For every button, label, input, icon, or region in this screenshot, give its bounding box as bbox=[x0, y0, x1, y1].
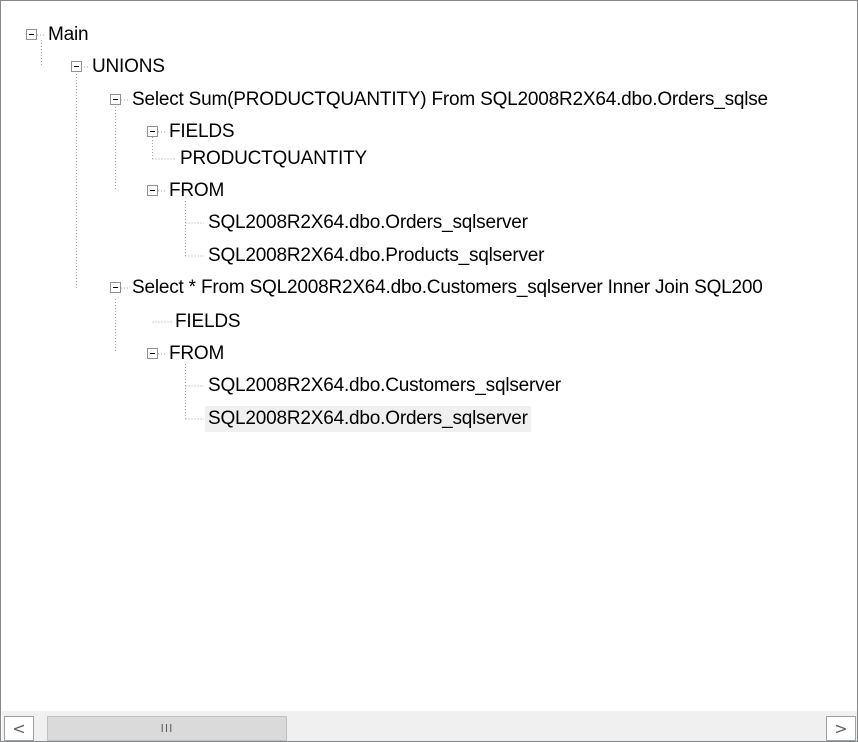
collapse-unions-icon[interactable] bbox=[71, 61, 82, 72]
node-label: Select * From SQL2008R2X64.dbo.Customers… bbox=[132, 277, 763, 298]
node-label: SQL2008R2X64.dbo.Customers_sqlserver bbox=[208, 375, 561, 396]
collapse-main-icon[interactable] bbox=[26, 29, 37, 40]
scroll-left-button[interactable]: < bbox=[4, 716, 34, 741]
tree-node-products-table[interactable]: SQL2008R2X64.dbo.Products_sqlserver bbox=[205, 240, 547, 272]
scroll-right-button[interactable]: > bbox=[826, 716, 856, 741]
tree-node-unions[interactable]: UNIONS bbox=[89, 51, 168, 83]
scrollbar-thumb[interactable]: III bbox=[47, 716, 287, 741]
query-tree-view[interactable]: Main UNIONS Select Sum(PRODUCTQUANTITY) … bbox=[0, 0, 858, 742]
tree-node-productquantity[interactable]: PRODUCTQUANTITY bbox=[177, 143, 370, 175]
tree-node-from[interactable]: FROM bbox=[166, 175, 227, 207]
node-label: PRODUCTQUANTITY bbox=[180, 148, 368, 169]
node-label: UNIONS bbox=[92, 56, 165, 77]
horizontal-scrollbar[interactable]: < III > bbox=[2, 711, 857, 741]
node-label: FROM bbox=[169, 343, 225, 364]
collapse-select1-icon[interactable] bbox=[110, 94, 121, 105]
grip-icon: III bbox=[160, 722, 174, 735]
node-label: SQL2008R2X64.dbo.Products_sqlserver bbox=[208, 245, 545, 266]
tree-node-from-2[interactable]: FROM bbox=[166, 338, 227, 370]
node-label: FROM bbox=[169, 180, 225, 201]
chevron-left-icon: < bbox=[12, 719, 26, 738]
collapse-from-2-icon[interactable] bbox=[147, 348, 158, 359]
collapse-fields-icon[interactable] bbox=[147, 126, 158, 137]
chevron-right-icon: > bbox=[834, 719, 848, 738]
collapse-from-icon[interactable] bbox=[147, 185, 158, 196]
tree-node-fields-2[interactable]: FIELDS bbox=[172, 306, 243, 338]
node-label: FIELDS bbox=[169, 121, 235, 142]
tree-node-customers-table[interactable]: SQL2008R2X64.dbo.Customers_sqlserver bbox=[205, 370, 564, 402]
node-label: FIELDS bbox=[175, 311, 241, 332]
collapse-select2-icon[interactable] bbox=[110, 282, 121, 293]
tree-node-orders-table-2[interactable]: SQL2008R2X64.dbo.Orders_sqlserver bbox=[205, 403, 531, 435]
node-label: Select Sum(PRODUCTQUANTITY) From SQL2008… bbox=[132, 89, 768, 110]
node-label: Main bbox=[48, 24, 89, 45]
tree-node-main[interactable]: Main bbox=[45, 19, 91, 51]
node-label: SQL2008R2X64.dbo.Orders_sqlserver bbox=[205, 406, 531, 432]
tree-node-select-sum[interactable]: Select Sum(PRODUCTQUANTITY) From SQL2008… bbox=[129, 84, 857, 116]
node-label: SQL2008R2X64.dbo.Orders_sqlserver bbox=[208, 212, 528, 233]
tree-node-orders-table[interactable]: SQL2008R2X64.dbo.Orders_sqlserver bbox=[205, 207, 531, 239]
tree-node-select-star[interactable]: Select * From SQL2008R2X64.dbo.Customers… bbox=[129, 272, 857, 304]
